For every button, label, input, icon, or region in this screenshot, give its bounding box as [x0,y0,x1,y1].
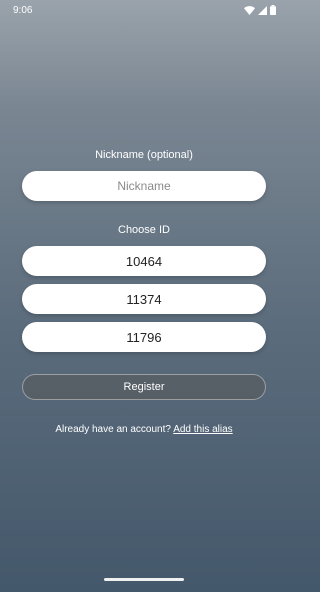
add-alias-link[interactable]: Add this alias [173,424,232,435]
nickname-label: Nickname (optional) [95,149,193,161]
id-option-3[interactable]: 11796 [22,322,266,352]
signup-form: Nickname (optional) Choose ID 10464 1137… [0,0,288,592]
nickname-input[interactable] [22,171,266,201]
id-option-2[interactable]: 11374 [22,284,266,314]
login-prompt: Already have an account? Add this alias [0,424,288,435]
register-button[interactable]: Register [22,374,266,400]
login-prompt-text: Already have an account? [55,424,171,435]
home-indicator[interactable] [104,578,184,581]
choose-id-label: Choose ID [118,224,170,236]
id-option-1[interactable]: 10464 [22,246,266,276]
